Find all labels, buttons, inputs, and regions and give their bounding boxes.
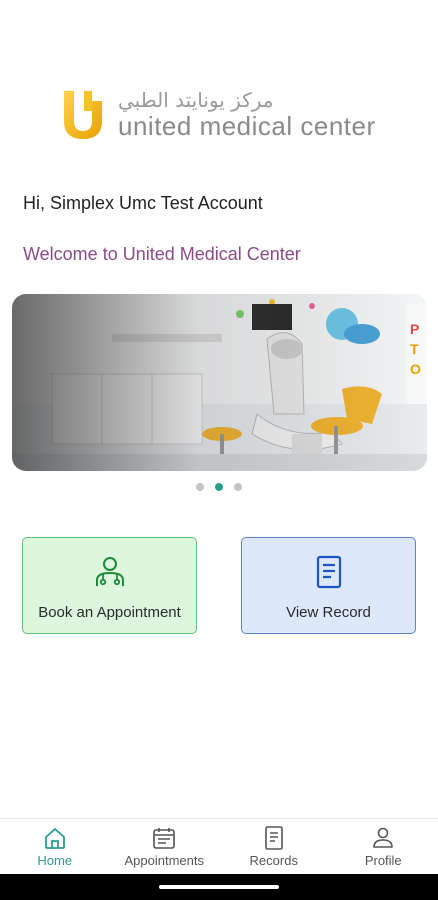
bottom-nav: Home Appointments Records Profile (0, 818, 438, 874)
nav-home[interactable]: Home (0, 819, 110, 874)
nav-appointments-label: Appointments (124, 853, 205, 868)
view-record-button[interactable]: View Record (241, 537, 416, 634)
nav-appointments[interactable]: Appointments (110, 819, 220, 874)
book-appointment-button[interactable]: Book an Appointment (22, 537, 197, 634)
brand-arabic-name: مركز يونايتد الطبي (118, 88, 274, 112)
user-icon (373, 827, 394, 848)
nav-home-label: Home (37, 853, 73, 868)
nav-profile-label: Profile (364, 853, 402, 868)
logo-mark-icon (60, 87, 106, 141)
brand-english-name: united medical center (118, 111, 376, 141)
nav-profile[interactable]: Profile (329, 819, 438, 874)
carousel-dot[interactable] (196, 483, 204, 491)
welcome-text: Welcome to United Medical Center (23, 244, 301, 264)
calendar-icon (153, 828, 176, 849)
home-icon (44, 828, 65, 849)
records-icon (264, 826, 283, 850)
greeting-text: Hi, Simplex Umc Test Account (23, 193, 263, 213)
carousel-indicator (0, 483, 438, 491)
doctor-icon (95, 557, 124, 586)
home-gesture-handle[interactable] (159, 885, 279, 889)
nav-records[interactable]: Records (219, 819, 329, 874)
view-record-label: View Record (286, 604, 371, 621)
book-appointment-label: Book an Appointment (38, 604, 181, 621)
carousel-banner-image[interactable]: P T O (12, 294, 427, 471)
carousel-dot-active[interactable] (215, 483, 223, 491)
document-icon (316, 555, 341, 589)
brand-logo: مركز يونايتد الطبي united medical center (60, 84, 390, 144)
system-navigation-bar (0, 874, 438, 900)
carousel-dot[interactable] (234, 483, 242, 491)
nav-records-label: Records (249, 853, 298, 868)
